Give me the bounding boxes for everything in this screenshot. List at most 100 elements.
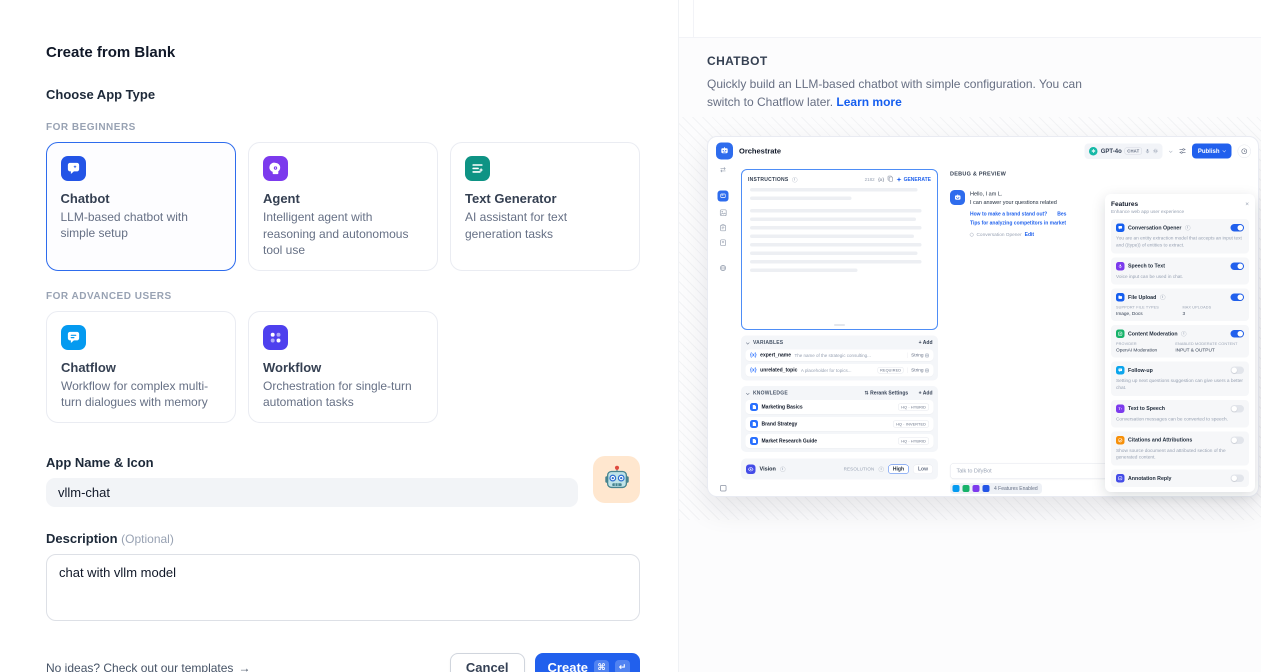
- card-title: Text Generator: [465, 191, 625, 206]
- toggle-on: [1231, 294, 1245, 302]
- model-provider-icon: [1089, 147, 1098, 156]
- suggested-question: Bes: [1057, 212, 1066, 218]
- skeleton-line: [750, 218, 916, 222]
- skeleton-line: [750, 188, 918, 192]
- skeleton-line: [750, 269, 857, 273]
- preview-header: CHATBOT Quickly build an LLM-based chatb…: [707, 54, 1107, 111]
- nav-help-icon: [720, 265, 727, 272]
- sliders-icon: [1179, 148, 1186, 154]
- vision-row: Vision RESOLUTION High Low: [741, 459, 938, 480]
- document-icon: [750, 437, 758, 445]
- app-type-card-workflow[interactable]: Workflow Orchestration for single-turn a…: [248, 311, 438, 423]
- learn-more-link[interactable]: Learn more: [836, 95, 901, 109]
- enter-key-icon: ↵: [615, 660, 630, 672]
- text-generator-icon: [465, 156, 490, 181]
- add-knowledge-button: + Add: [919, 391, 933, 397]
- preview-config-column: INSTRUCTIONS 2182 {x} GENERATE: [738, 165, 943, 498]
- cmd-key-icon: ⌘: [594, 660, 609, 672]
- card-desc: Intelligent agent with reasoning and aut…: [263, 209, 423, 259]
- app-type-card-agent[interactable]: Agent Intelligent agent with reasoning a…: [248, 142, 438, 271]
- required-badge: REQUIRED: [878, 367, 904, 374]
- text-to-speech-icon: T: [1116, 404, 1125, 413]
- toggle-off: [1231, 436, 1245, 444]
- skeleton-line: [750, 209, 922, 213]
- variable-icon: {x}: [750, 368, 757, 374]
- feature-conversation-opener: Conversation Opener You are an entity ex…: [1111, 219, 1249, 253]
- app-type-card-text-generator[interactable]: Text Generator AI assistant for text gen…: [450, 142, 640, 271]
- workflow-icon: [263, 325, 288, 350]
- page-title: Create from Blank: [46, 44, 640, 61]
- features-subtitle: Enhance web app user experience: [1111, 209, 1249, 215]
- preview-description: Quickly build an LLM-based chatbot with …: [707, 75, 1099, 111]
- chatbot-icon: [61, 156, 86, 181]
- history-icon: [1238, 144, 1252, 158]
- features-title: Features: [1111, 200, 1138, 208]
- app-type-card-chatbot[interactable]: Chatbot LLM-based chatbot with simple se…: [46, 142, 236, 271]
- beginner-cards: Chatbot LLM-based chatbot with simple se…: [46, 142, 640, 271]
- knowledge-section: KNOWLEDGE ⇅ Rerank Settings + Add Market…: [741, 386, 938, 452]
- vision-icon: [746, 464, 756, 474]
- knowledge-row: Market Research Guide HQ · HYBRID: [746, 434, 934, 448]
- knowledge-row: Marketing Basics HQ · HYBRID: [746, 400, 934, 414]
- description-optional-label: (Optional): [121, 532, 174, 546]
- card-desc: Orchestration for single-turn automation…: [263, 378, 423, 411]
- variable-icon: {x}: [878, 177, 884, 182]
- close-icon: ×: [1245, 200, 1249, 208]
- variables-section: VARIABLES + Add {x} expert_name The name…: [741, 336, 938, 381]
- cancel-button[interactable]: Cancel: [450, 653, 525, 672]
- preview-topbar: Orchestrate GPT-4o CHAT Publish: [708, 137, 1260, 165]
- info-icon: [1185, 225, 1191, 231]
- features-panel: Features × Enhance web app user experien…: [1105, 194, 1255, 492]
- model-name: GPT-4o: [1101, 148, 1122, 155]
- skeleton-line: [750, 226, 922, 230]
- feature-annotation-reply: Annotation Reply: [1111, 470, 1249, 488]
- nav-orchestrate-icon: [718, 191, 729, 202]
- rerank-icon: ⇅: [865, 391, 869, 397]
- skeleton-line: [750, 260, 922, 264]
- document-icon: [750, 420, 758, 428]
- toggle-on: [1231, 262, 1245, 270]
- templates-link[interactable]: No ideas? Check out our templates →: [46, 661, 250, 672]
- char-count: 2182: [865, 177, 875, 182]
- features-enabled-row: 4 Features Enabled: [950, 483, 1042, 494]
- choose-app-type-label: Choose App Type: [46, 87, 640, 102]
- create-app-modal: Create from Blank Choose App Type FOR BE…: [0, 0, 1261, 672]
- variable-icon: {x}: [750, 353, 757, 359]
- toggle-off: [1231, 475, 1245, 483]
- arrow-right-icon: →: [238, 661, 250, 672]
- model-selector: GPT-4o CHAT: [1085, 143, 1163, 159]
- skeleton-line: [750, 243, 922, 247]
- toggle-on: [1231, 330, 1245, 338]
- skeleton-line: [750, 252, 918, 256]
- opener-icon: [969, 232, 974, 237]
- info-icon: [780, 466, 786, 472]
- rerank-settings-button: ⇅ Rerank Settings: [865, 391, 909, 397]
- svg-text:T: T: [1118, 407, 1120, 411]
- app-screenshot-preview: Orchestrate GPT-4o CHAT Publish: [707, 136, 1259, 497]
- card-title: Chatflow: [61, 360, 221, 375]
- create-button[interactable]: Create ⌘ ↵: [535, 653, 640, 672]
- card-title: Chatbot: [61, 191, 222, 206]
- feature-mini-icon: [963, 485, 970, 492]
- description-textarea[interactable]: chat with vllm model: [46, 554, 640, 621]
- knowledge-row: Brand Strategy HQ · INVERTED: [746, 417, 934, 431]
- app-icon-picker[interactable]: [593, 456, 640, 503]
- resolution-low-button: Low: [913, 464, 933, 474]
- retrieval-badge: HQ · HYBRID: [898, 404, 929, 411]
- preview-top-strip: [679, 0, 1261, 38]
- robot-emoji-icon: [602, 464, 632, 494]
- app-type-card-chatflow[interactable]: Chatflow Workflow for complex multi-turn…: [46, 311, 236, 423]
- agent-icon: [263, 156, 288, 181]
- copy-icon: [888, 175, 894, 184]
- content-moderation-icon: [1116, 330, 1125, 339]
- nav-book-icon: [719, 485, 727, 493]
- feature-text-to-speech: T Text to Speech Conversation messages c…: [1111, 400, 1249, 427]
- app-name-input[interactable]: [46, 478, 578, 507]
- preview-heading: CHATBOT: [707, 54, 1107, 68]
- preview-app-title: Orchestrate: [739, 147, 781, 156]
- model-mode-badge: CHAT: [1125, 148, 1142, 155]
- card-title: Workflow: [263, 360, 423, 375]
- nav-image-icon: [719, 209, 727, 217]
- speech-to-text-icon: [1116, 262, 1125, 271]
- toggle-off: [1231, 367, 1245, 375]
